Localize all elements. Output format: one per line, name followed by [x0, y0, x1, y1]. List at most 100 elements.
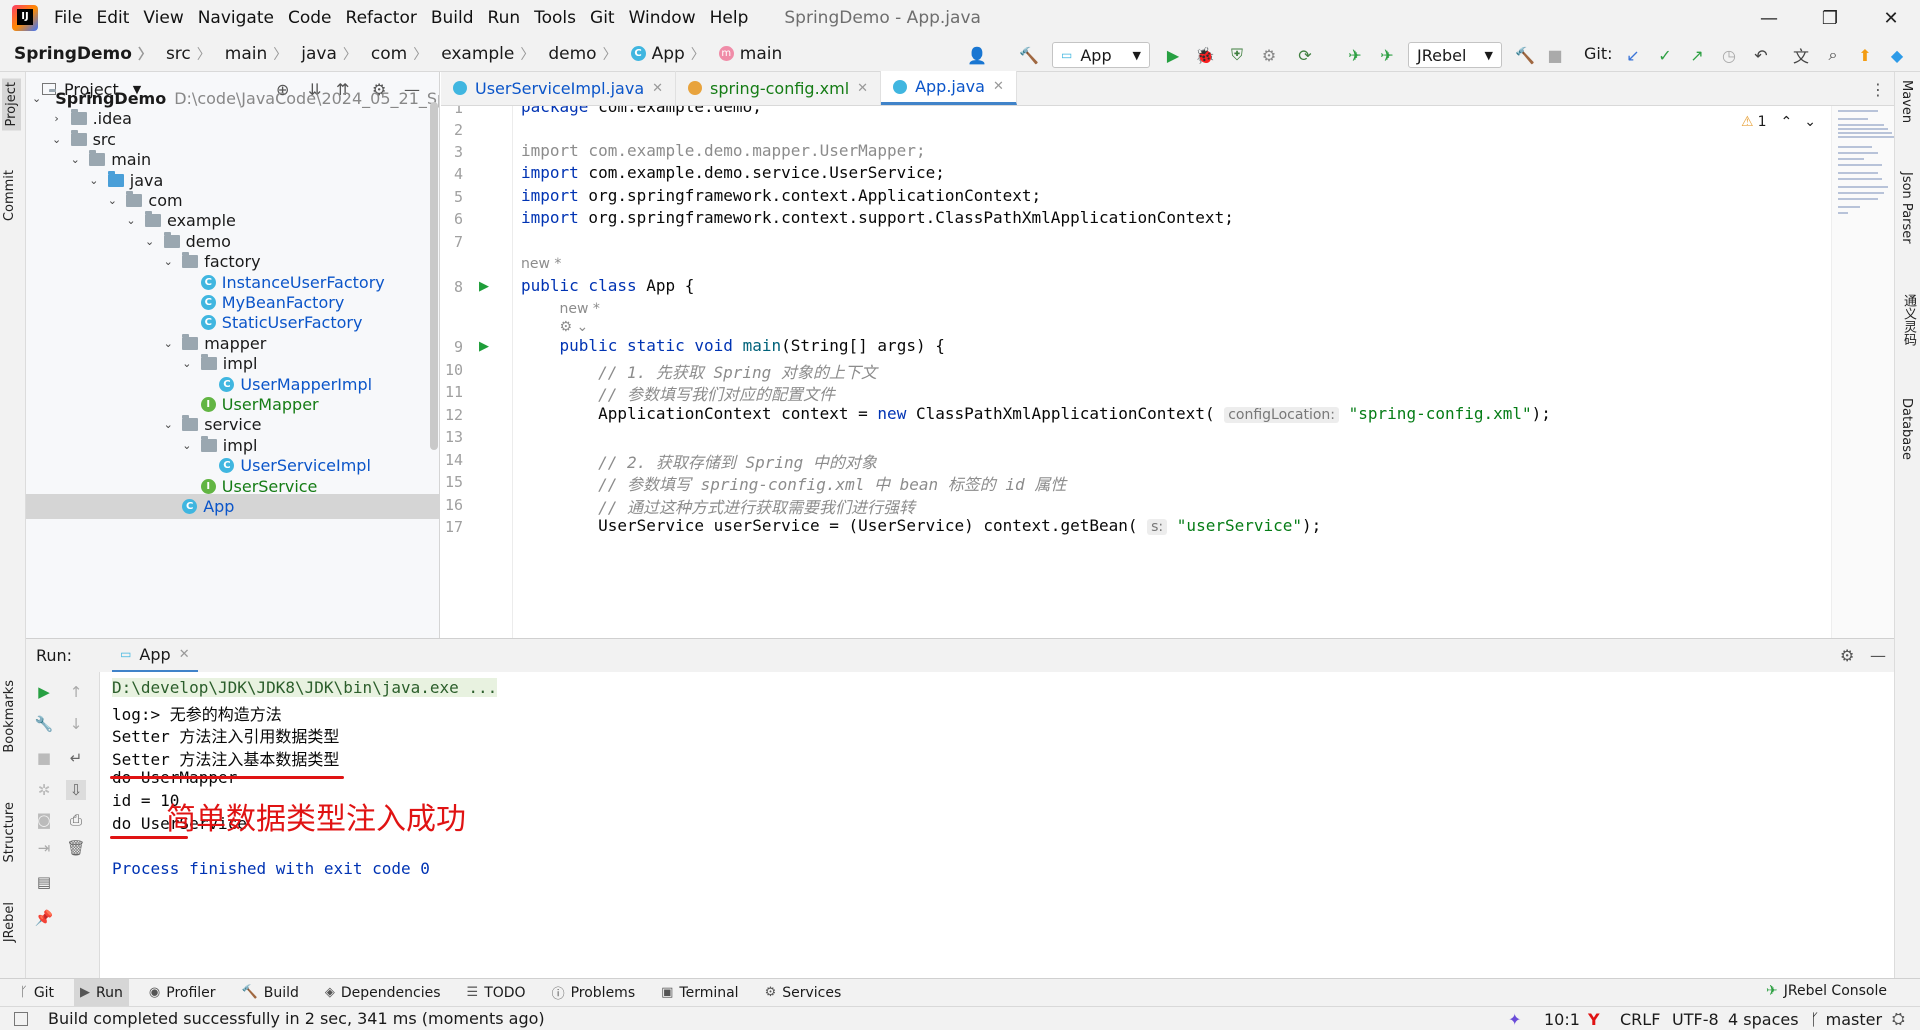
run-icon[interactable]: ▶ [1162, 44, 1184, 66]
expand-arrow-icon[interactable]: ⌄ [162, 337, 174, 350]
hide-icon[interactable]: — [1870, 646, 1886, 665]
jrebel-console-tab[interactable]: ✈ JRebel Console [1766, 983, 1887, 999]
gutter-run-icon[interactable]: ▶ [479, 339, 489, 354]
expand-arrow-icon[interactable]: ⌄ [106, 194, 118, 207]
inspection-widget[interactable]: ⚠ 1 ⌃ ⌄ [1741, 114, 1816, 130]
trash-icon[interactable]: 🗑 [66, 838, 86, 858]
jrebel-tool-tab[interactable]: JRebel [2, 902, 17, 942]
breadcrumb-item-com[interactable]: com 〉 [371, 44, 427, 64]
rollback-icon[interactable]: ↶ [1750, 44, 1772, 66]
tool-window-toggle-icon[interactable] [14, 1011, 28, 1026]
jrebel-status-icon[interactable]: Y [1588, 1007, 1600, 1030]
scroll-up-icon[interactable]: ↑ [66, 682, 86, 702]
minimize-button[interactable]: — [1742, 0, 1796, 36]
close-icon[interactable]: ✕ [857, 81, 868, 96]
run-config-select[interactable]: ▭ App ▼ [1052, 42, 1150, 68]
jrebel-run-icon[interactable]: ✈ [1344, 44, 1366, 66]
expand-arrow-icon[interactable]: ⌄ [181, 439, 193, 452]
stop-icon[interactable]: ■ [34, 748, 54, 768]
wrench-icon[interactable]: 🔧 [34, 714, 54, 734]
menu-file[interactable]: File [54, 8, 82, 28]
editor-tab-app-java[interactable]: App.java ✕ [881, 71, 1017, 105]
structure-tool-tab[interactable]: Structure [2, 802, 17, 862]
code-inlay-hint[interactable]: new * [521, 253, 561, 272]
code-line-5[interactable]: import org.springframework.context.Appli… [521, 186, 1041, 205]
menu-build[interactable]: Build [431, 8, 474, 28]
code-line-15[interactable]: // 参数填写 spring-config.xml 中 bean 标签的 id … [521, 471, 1066, 495]
git-push-icon[interactable]: ↗ [1686, 44, 1708, 66]
bottom-tab-dependencies[interactable]: ◈ Dependencies [319, 979, 447, 1007]
print-icon[interactable]: ⎙ [66, 810, 86, 830]
menu-help[interactable]: Help [710, 8, 749, 28]
code-line-16[interactable]: // 通过这种方式进行获取需要我们进行强转 [521, 494, 915, 518]
status-message[interactable]: Build completed successfully in 2 sec, 3… [48, 1009, 545, 1028]
code-line-11[interactable]: // 参数填写我们对应的配置文件 [521, 381, 835, 405]
build-hammer-icon[interactable]: 🔨 [1018, 44, 1040, 66]
menu-tools[interactable]: Tools [534, 8, 576, 28]
expand-arrow-icon[interactable]: ⌄ [162, 418, 174, 431]
database-tool-tab[interactable]: Database [1899, 398, 1914, 460]
commit-tool-tab[interactable]: Commit [2, 170, 17, 221]
breadcrumb-item-main[interactable]: m main [718, 44, 782, 64]
breadcrumb-item-app[interactable]: C App 〉 [630, 44, 705, 64]
menu-refactor[interactable]: Refactor [346, 8, 417, 28]
breadcrumb-item-demo[interactable]: demo 〉 [548, 44, 616, 64]
run-tab-app[interactable]: ▭ App ✕ [112, 639, 198, 673]
code-line-9[interactable]: public static void main(String[] args) { [521, 336, 945, 355]
editor-scrollbar[interactable] [1819, 138, 1825, 178]
code-line-17[interactable]: UserService userService = (UserService) … [521, 516, 1321, 535]
editor-tab-spring-config-xml[interactable]: spring-config.xml ✕ [676, 71, 882, 105]
expand-arrow-icon[interactable]: ⌄ [51, 133, 63, 146]
code-line-6[interactable]: import org.springframework.context.suppo… [521, 208, 1234, 227]
breadcrumb-item-example[interactable]: example 〉 [441, 44, 534, 64]
menu-edit[interactable]: Edit [96, 8, 129, 28]
restore-button[interactable]: ❐ [1803, 0, 1857, 36]
expand-arrow-icon[interactable]: ⌄ [181, 357, 193, 370]
line-separator[interactable]: CRLF [1620, 1007, 1660, 1030]
soft-wrap-icon[interactable]: ↵ [66, 748, 86, 768]
scroll-to-end-icon[interactable]: ⇩ [66, 780, 86, 800]
coverage-icon[interactable]: ⛨ [1226, 44, 1248, 66]
debug-icon[interactable]: 🐞 [1194, 44, 1216, 66]
tree-scrollbar[interactable] [430, 102, 438, 450]
breadcrumb-item-main[interactable]: main 〉 [225, 44, 287, 64]
close-icon[interactable]: ✕ [652, 81, 663, 96]
bottom-tab-problems[interactable]: ⓘ Problems [546, 979, 642, 1007]
search-icon[interactable]: ⌕ [1822, 44, 1844, 66]
expand-arrow-icon[interactable]: ⌄ [162, 255, 174, 268]
tongyi-tool-tab[interactable]: 通义灵码 [1899, 294, 1918, 346]
bottom-tab-git[interactable]: ᚴ Git [14, 979, 60, 1007]
breadcrumb-item-java[interactable]: java 〉 [301, 44, 357, 64]
gear-icon[interactable]: ⚙ [1840, 646, 1854, 665]
breadcrumb-item-springdemo[interactable]: SpringDemo 〉 [14, 44, 152, 64]
more-run-icon[interactable]: ⟳ [1294, 44, 1316, 66]
hammer-disabled-icon[interactable]: 🔨 [1514, 44, 1536, 66]
menu-code[interactable]: Code [288, 8, 332, 28]
code-line-10[interactable]: // 1. 先获取 Spring 对象的上下文 [521, 359, 877, 383]
gutter-run-icon[interactable]: ▶ [479, 279, 489, 294]
close-button[interactable]: ✕ [1864, 0, 1918, 36]
layout-icon[interactable]: ▤ [34, 872, 54, 892]
code-inlay-hint[interactable]: ⚙ ⌄ [521, 316, 589, 335]
pin-icon[interactable]: 📌 [34, 908, 54, 928]
debug-icon[interactable]: ✲ [34, 780, 54, 800]
chevron-up-icon[interactable]: ⌃ [1780, 114, 1792, 130]
close-icon[interactable]: ✕ [179, 647, 190, 662]
profiler-icon[interactable]: ⚙ [1258, 44, 1280, 66]
json-parser-tool-tab[interactable]: Json Parser [1899, 172, 1914, 244]
bottom-tab-run[interactable]: ▶ Run [74, 978, 129, 1007]
expand-arrow-icon[interactable]: ⌄ [32, 92, 41, 105]
project-tool-tab[interactable]: Project [2, 78, 21, 131]
history-icon[interactable]: ◷ [1718, 44, 1740, 66]
exit-icon[interactable]: ⇥ [34, 838, 54, 858]
code-line-8[interactable]: public class App { [521, 276, 694, 295]
tree-node-app[interactable]: C App [26, 494, 439, 519]
caret-position[interactable]: 10:1 [1544, 1007, 1580, 1030]
git-update-icon[interactable]: ↙ [1622, 44, 1644, 66]
menu-navigate[interactable]: Navigate [198, 8, 274, 28]
code-line-4[interactable]: import com.example.demo.service.UserServ… [521, 163, 945, 182]
code-line-1[interactable]: package com.example.demo; [521, 106, 762, 116]
indent-setting[interactable]: 4 spaces [1728, 1007, 1799, 1030]
camera-icon[interactable]: ◙ [34, 810, 54, 830]
bottom-tab-profiler[interactable]: ◉ Profiler [143, 979, 222, 1007]
